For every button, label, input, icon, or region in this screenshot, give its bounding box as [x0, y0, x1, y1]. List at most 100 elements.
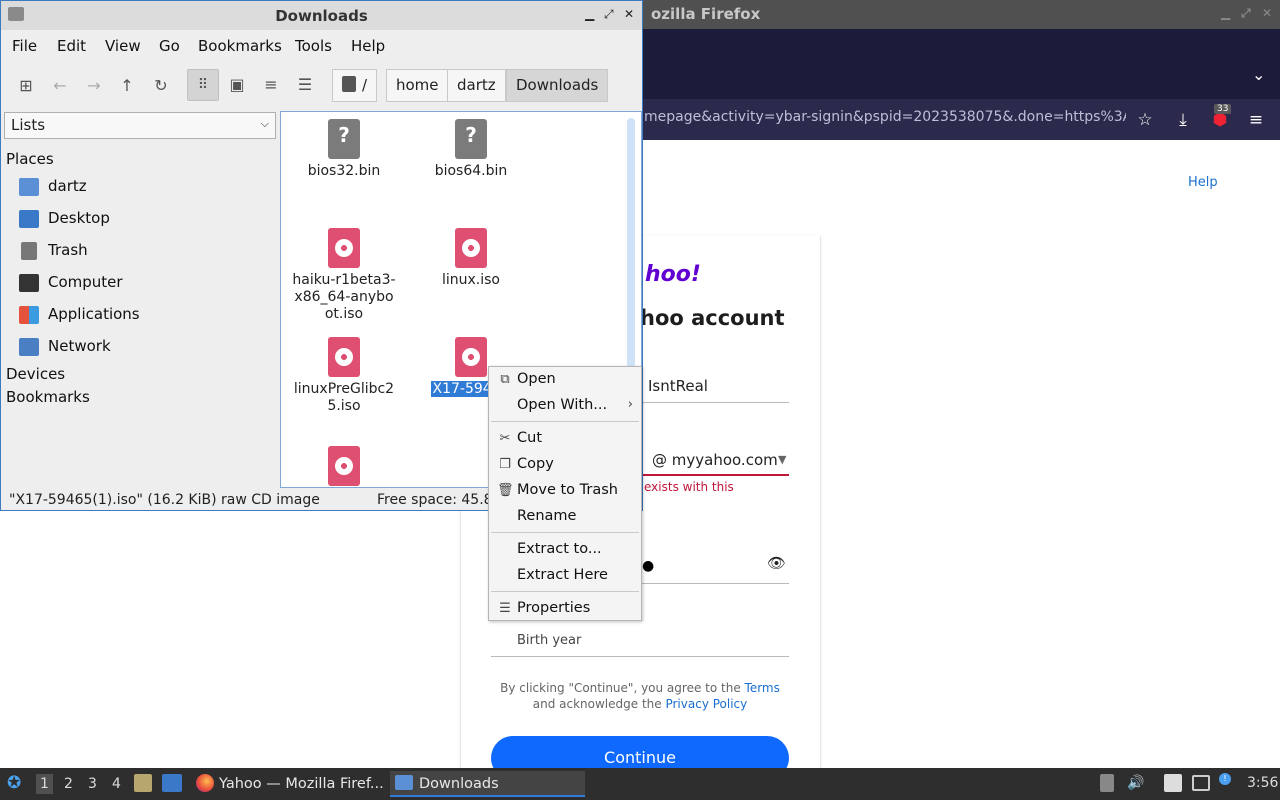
scissors-icon: ✂ — [499, 431, 511, 446]
sidebar-mode-select[interactable]: Lists ⌵ — [4, 112, 276, 139]
yahoo-logo: hoo! — [645, 262, 701, 287]
breadcrumb-root[interactable]: / — [332, 69, 378, 102]
show-desktop-icon[interactable] — [162, 774, 182, 792]
back-arrow-icon[interactable]: ← — [45, 73, 75, 99]
folder-icon — [395, 775, 413, 790]
breadcrumb-home[interactable]: home — [386, 69, 449, 102]
forward-arrow-icon[interactable]: → — [79, 73, 109, 99]
menu-item-copy[interactable]: ❐ Copy — [489, 453, 641, 477]
minimize-icon[interactable]: ▁ — [1221, 6, 1230, 20]
menu-bookmarks[interactable]: Bookmarks — [198, 37, 282, 55]
menu-tools[interactable]: Tools — [295, 37, 332, 55]
detailed-list-view-icon[interactable]: ☰ — [290, 72, 320, 98]
agree-mid: and acknowledge the — [532, 697, 666, 711]
vertical-scrollbar[interactable] — [627, 118, 635, 368]
trash-icon — [21, 242, 37, 260]
last-name-field[interactable]: IsntReal — [648, 377, 708, 395]
show-password-eye-icon[interactable]: 👁 — [767, 554, 786, 572]
file-item[interactable]: linuxPreGlibc25.iso — [284, 337, 404, 415]
file-name: linuxPreGlibc25.iso — [293, 381, 395, 414]
workspace-1[interactable]: 1 — [36, 774, 53, 794]
start-menu-icon[interactable]: ✪ — [7, 773, 21, 793]
menu-item-move-to-trash[interactable]: 🗑 Move to Trash — [489, 479, 641, 503]
new-tab-icon[interactable]: ⊞ — [11, 73, 41, 99]
menu-separator — [491, 532, 639, 533]
menu-view[interactable]: View — [105, 37, 141, 55]
notification-icon[interactable]: ! — [1219, 773, 1231, 785]
menu-item-label: Extract Here — [517, 567, 608, 583]
volume-icon[interactable]: 🔊 — [1127, 775, 1144, 791]
close-icon[interactable]: ✕ — [1262, 6, 1272, 20]
disc-image-icon — [328, 228, 360, 268]
password-underline — [642, 583, 789, 584]
task-label: Downloads — [419, 776, 499, 792]
menu-item-properties[interactable]: ☰ Properties — [489, 597, 641, 621]
maximize-icon[interactable]: ⤢ — [604, 7, 614, 22]
menu-item-open-with[interactable]: Open With... › — [489, 394, 641, 418]
workspace-2[interactable]: 2 — [64, 776, 73, 792]
breadcrumb-dartz[interactable]: dartz — [447, 69, 506, 102]
menu-separator — [491, 591, 639, 592]
file-item[interactable]: linux.iso — [411, 228, 531, 289]
home-folder-icon — [19, 178, 39, 196]
compact-view-icon[interactable]: ≡ — [256, 72, 286, 98]
menu-item-label: Cut — [517, 430, 542, 446]
file-item[interactable]: haiku-r1beta3-x86_64-anyboot.iso — [284, 228, 404, 323]
email-error-message: exists with this — [644, 480, 734, 494]
menu-help[interactable]: Help — [351, 37, 385, 55]
url-bar[interactable]: mepage&activity=ybar-signin&pspid=202353… — [644, 109, 1126, 125]
menu-file[interactable]: File — [12, 37, 37, 55]
bookmarks-heading[interactable]: Bookmarks — [6, 388, 90, 406]
context-menu: ⧉ Open Open With... › ✂ Cut ❐ Copy 🗑 Mov… — [488, 366, 642, 621]
extension-badge: 33 — [1214, 104, 1232, 114]
thumbnail-view-icon[interactable]: ▣ — [222, 72, 252, 98]
menu-item-rename[interactable]: Rename — [489, 505, 641, 529]
minimize-icon[interactable]: ▁ — [585, 7, 594, 21]
password-field[interactable]: ● — [642, 558, 654, 574]
network-tray-icon[interactable] — [1192, 775, 1210, 791]
file-item[interactable] — [284, 446, 404, 487]
menu-edit[interactable]: Edit — [57, 37, 86, 55]
clipboard-icon[interactable] — [1100, 774, 1114, 792]
up-arrow-icon[interactable]: ↑ — [112, 73, 142, 99]
terms-link[interactable]: Terms — [745, 681, 780, 695]
file-item[interactable]: bios32.bin — [284, 119, 404, 180]
workspace-3[interactable]: 3 — [88, 776, 97, 792]
menu-hamburger-icon[interactable]: ≡ — [1244, 108, 1268, 132]
list-all-tabs-icon[interactable]: ⌄ — [1252, 65, 1265, 84]
workspace-4[interactable]: 4 — [112, 776, 121, 792]
file-item[interactable]: bios64.bin — [411, 119, 531, 180]
sidebar-item-label: Network — [48, 337, 111, 355]
clock[interactable]: 3:56 — [1247, 775, 1278, 791]
terms-agreement-text: By clicking "Continue", you agree to the… — [492, 680, 788, 712]
menu-item-extract-here[interactable]: Extract Here — [489, 564, 641, 588]
task-yahoo-firefox[interactable]: Yahoo — Mozilla Firef... — [193, 771, 386, 797]
menubar: File Edit View Go Bookmarks Tools Help — [1, 30, 642, 60]
birth-year-field[interactable]: Birth year — [517, 633, 581, 648]
bookmark-star-icon[interactable]: ☆ — [1133, 108, 1157, 132]
close-icon[interactable]: ✕ — [624, 7, 634, 21]
maximize-icon[interactable]: ⤢ — [1241, 6, 1251, 21]
chevron-down-icon[interactable]: ▼ — [778, 453, 786, 466]
menu-item-label: Move to Trash — [517, 482, 618, 498]
help-link[interactable]: Help — [1188, 175, 1218, 190]
download-icon[interactable]: ⤓ — [1171, 108, 1195, 132]
reload-icon[interactable]: ↻ — [146, 73, 176, 99]
task-downloads[interactable]: Downloads — [390, 771, 585, 797]
icon-view-button[interactable]: ⠿ — [187, 69, 219, 101]
places-heading[interactable]: Places — [6, 150, 54, 168]
menu-item-open[interactable]: ⧉ Open — [489, 368, 641, 392]
menu-item-extract-to[interactable]: Extract to... — [489, 538, 641, 562]
menu-item-cut[interactable]: ✂ Cut — [489, 427, 641, 451]
menu-go[interactable]: Go — [159, 37, 180, 55]
privacy-policy-link[interactable]: Privacy Policy — [665, 697, 747, 711]
menu-item-label: Open — [517, 371, 556, 387]
notes-icon[interactable] — [1164, 774, 1182, 792]
task-label: Yahoo — Mozilla Firef... — [219, 776, 384, 792]
domain-select[interactable]: @ myyahoo.com — [652, 451, 778, 469]
file-manager-launcher-icon[interactable] — [134, 774, 152, 792]
breadcrumb-downloads[interactable]: Downloads — [506, 69, 609, 102]
devices-heading[interactable]: Devices — [6, 365, 65, 383]
taskbar: ✪ 1 2 3 4 Yahoo — Mozilla Firef... Downl… — [0, 768, 1280, 800]
disc-image-icon — [328, 446, 360, 486]
